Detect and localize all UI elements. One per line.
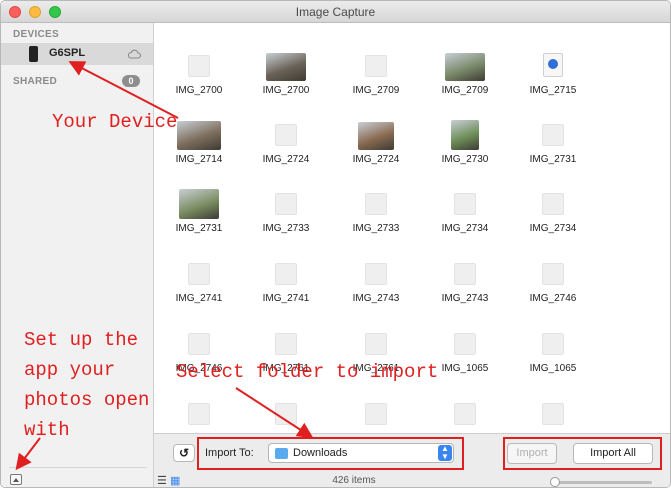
photo-filename: IMG_2724 <box>352 154 400 165</box>
photo-filename: IMG_2733 <box>352 223 400 234</box>
photo-item[interactable]: IMG_2734 <box>508 175 598 241</box>
photo-filename: IMG_2731 <box>529 154 577 165</box>
device-name: G6SPL <box>49 47 86 59</box>
cloud-icon <box>127 49 141 59</box>
photo-placeholder <box>188 263 210 285</box>
photo-filename: IMG_2743 <box>441 293 489 304</box>
sidebar-divider <box>9 467 147 468</box>
photo-filename: IMG_2730 <box>441 154 489 165</box>
photo-placeholder <box>454 403 476 425</box>
photo-placeholder <box>275 193 297 215</box>
import-highlight-box <box>503 437 662 470</box>
photo-thumbnail <box>445 53 485 81</box>
open-with-app-icon[interactable] <box>10 474 22 485</box>
sidebar-item-device[interactable]: G6SPL <box>1 43 153 65</box>
shared-count-badge: 0 <box>122 75 140 87</box>
photo-filename: IMG_2714 <box>175 154 223 165</box>
photo-thumbnail <box>358 122 394 150</box>
photo-filename: IMG_2741 <box>262 293 310 304</box>
photo-filename: IMG_1065 <box>529 363 577 374</box>
photo-item[interactable]: IMG_2709 <box>420 37 510 103</box>
photo-item[interactable]: IMG_2724 <box>241 106 331 172</box>
video-file-icon <box>543 53 563 77</box>
photo-item[interactable]: IMG_2743 <box>420 245 510 311</box>
photo-placeholder <box>365 193 387 215</box>
photo-item[interactable]: IMG_2741 <box>241 245 331 311</box>
photo-item[interactable]: IMG_2724 <box>331 106 421 172</box>
phone-icon <box>29 46 38 62</box>
item-count: 426 items <box>332 475 376 486</box>
photo-placeholder <box>454 193 476 215</box>
photo-item[interactable]: IMG_2733 <box>241 175 331 241</box>
photo-filename: IMG_2709 <box>352 85 400 96</box>
title-bar: Image Capture <box>1 1 670 23</box>
photo-thumbnail <box>451 120 479 150</box>
photo-placeholder <box>365 55 387 77</box>
photo-filename: IMG_2734 <box>441 223 489 234</box>
photo-placeholder <box>275 403 297 425</box>
photo-placeholder <box>275 333 297 355</box>
photo-filename: IMG_2724 <box>262 154 310 165</box>
photo-item[interactable]: IMG_2733 <box>331 175 421 241</box>
window-title: Image Capture <box>295 5 376 19</box>
photo-placeholder <box>188 55 210 77</box>
photo-item[interactable]: IMG_2730 <box>420 106 510 172</box>
photo-placeholder <box>454 263 476 285</box>
photo-filename: IMG_2743 <box>352 293 400 304</box>
rotate-left-button[interactable]: ↺ <box>173 444 195 462</box>
photo-filename: IMG_2734 <box>529 223 577 234</box>
photo-item[interactable]: IMG_2709 <box>331 37 421 103</box>
photo-item[interactable]: IMG_2741 <box>154 245 244 311</box>
photo-filename: IMG_2700 <box>175 85 223 96</box>
photo-thumbnail <box>266 53 306 81</box>
photo-placeholder <box>365 333 387 355</box>
photo-filename: IMG_2733 <box>262 223 310 234</box>
photo-filename: IMG_2746 <box>529 293 577 304</box>
folder-highlight-box <box>197 437 464 470</box>
annotation-set-up-app: Set up the app your photos open with <box>24 329 150 441</box>
photo-placeholder <box>542 403 564 425</box>
photo-placeholder <box>454 333 476 355</box>
devices-header: DEVICES <box>13 29 60 40</box>
shared-header: SHARED <box>13 76 58 87</box>
photo-item[interactable]: IMG_2715 <box>508 37 598 103</box>
photo-thumbnail <box>177 121 221 150</box>
photo-placeholder <box>188 333 210 355</box>
photo-item[interactable]: IMG_2734 <box>420 175 510 241</box>
photo-item[interactable]: IMG_2700 <box>241 37 331 103</box>
photo-item[interactable]: IMG_2746 <box>508 245 598 311</box>
photo-filename: IMG_2700 <box>262 85 310 96</box>
photo-placeholder <box>365 403 387 425</box>
slider-knob[interactable] <box>550 477 560 487</box>
photo-item[interactable]: IMG_2700 <box>154 37 244 103</box>
photo-filename: IMG_2741 <box>175 293 223 304</box>
annotation-select-folder: Select folder to import <box>176 361 439 383</box>
photo-filename: IMG_2709 <box>441 85 489 96</box>
photo-placeholder <box>542 193 564 215</box>
photo-thumbnail <box>179 189 219 219</box>
photo-placeholder <box>542 124 564 146</box>
photo-placeholder <box>542 333 564 355</box>
photo-placeholder <box>275 124 297 146</box>
photo-placeholder <box>542 263 564 285</box>
photo-filename: IMG_2731 <box>175 223 223 234</box>
photo-item[interactable]: IMG_2731 <box>508 106 598 172</box>
photo-item[interactable]: IMG_1065 <box>508 315 598 381</box>
photo-placeholder <box>365 263 387 285</box>
photo-placeholder <box>275 263 297 285</box>
photo-placeholder <box>188 403 210 425</box>
thumbnail-size-slider[interactable] <box>550 477 652 487</box>
photo-filename: IMG_2715 <box>529 85 577 96</box>
annotation-your-device: Your Device <box>52 111 178 133</box>
photo-item[interactable]: IMG_2743 <box>331 245 421 311</box>
photo-item[interactable]: IMG_2731 <box>154 175 244 241</box>
